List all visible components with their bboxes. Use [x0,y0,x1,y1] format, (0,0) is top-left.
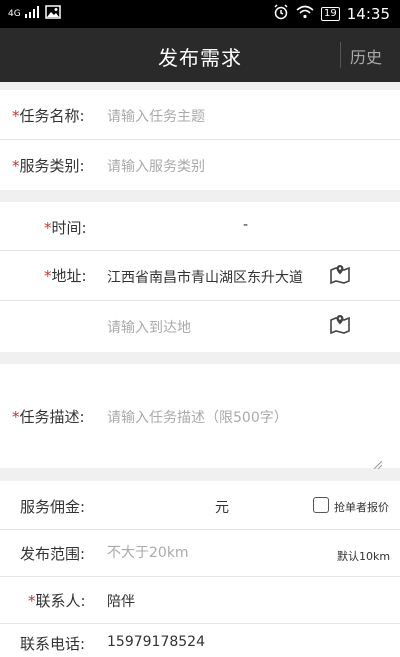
phone-label: 联系电话: [20,635,86,653]
phone-row: 联系电话: 15979178524 [0,624,400,657]
alarm-icon [273,4,289,24]
range-row: 发布范围: 不大于20km 默认10km [0,530,400,577]
address-label: *地址: [44,267,87,285]
battery-indicator: 19 [321,7,340,21]
task-name-input[interactable]: 请输入任务主题 [107,106,205,126]
destination-input[interactable]: 请输入到达地 [107,317,191,337]
network-type: 4G [8,8,21,19]
title-bar: 发布需求 历史 [0,28,400,82]
service-type-row: *服务类别: 请输入服务类别 [0,140,400,190]
description-label: *任务描述: [12,408,85,426]
commission-label: 服务佣金: [20,498,86,516]
address-input[interactable]: 江西省南昌市青山湖区东升大道 [107,267,322,287]
bidder-quote-label: 抢单者报价 [334,501,389,514]
title-divider [340,42,341,68]
destination-row: 请输入到达地 [0,301,400,352]
commission-unit: 元 [215,500,229,516]
contact-input[interactable]: 陪伴 [107,591,135,611]
history-button[interactable]: 历史 [350,44,382,68]
time-label: *时间: [44,219,87,237]
image-icon [44,5,61,22]
range-label: 发布范围: [20,545,86,563]
contact-row: *联系人: 陪伴 [0,577,400,624]
signal-icon [24,6,41,21]
time-row: *时间: - [0,202,400,251]
time-input[interactable]: - [243,217,248,233]
map-pin-icon[interactable] [329,262,351,285]
address-row: *地址: 江西省南昌市青山湖区东升大道 [0,251,400,301]
status-bar: 4G 19 14:35 [0,0,400,28]
task-name-row: *任务名称: 请输入任务主题 [0,90,400,140]
description-row: *任务描述: 请输入任务描述（限500字） [0,364,400,470]
contact-label: *联系人: [28,592,86,610]
status-right: 19 14:35 [273,4,390,24]
bidder-quote-checkbox[interactable] [313,497,329,513]
clock-time: 14:35 [346,5,390,23]
phone-input[interactable]: 15979178524 [107,634,205,650]
wifi-icon [296,5,314,23]
task-name-label: *任务名称: [12,107,85,125]
range-default-note: 默认10km [337,550,391,563]
range-input[interactable]: 不大于20km [107,542,189,562]
service-type-label: *服务类别: [12,157,85,175]
status-left: 4G [8,5,61,22]
commission-row: 服务佣金: 元 抢单者报价 [0,481,400,530]
description-textarea[interactable]: 请输入任务描述（限500字） [107,407,288,427]
map-pin-icon[interactable] [329,312,351,335]
resize-handle-icon[interactable] [373,454,383,470]
service-type-input[interactable]: 请输入服务类别 [107,156,205,176]
